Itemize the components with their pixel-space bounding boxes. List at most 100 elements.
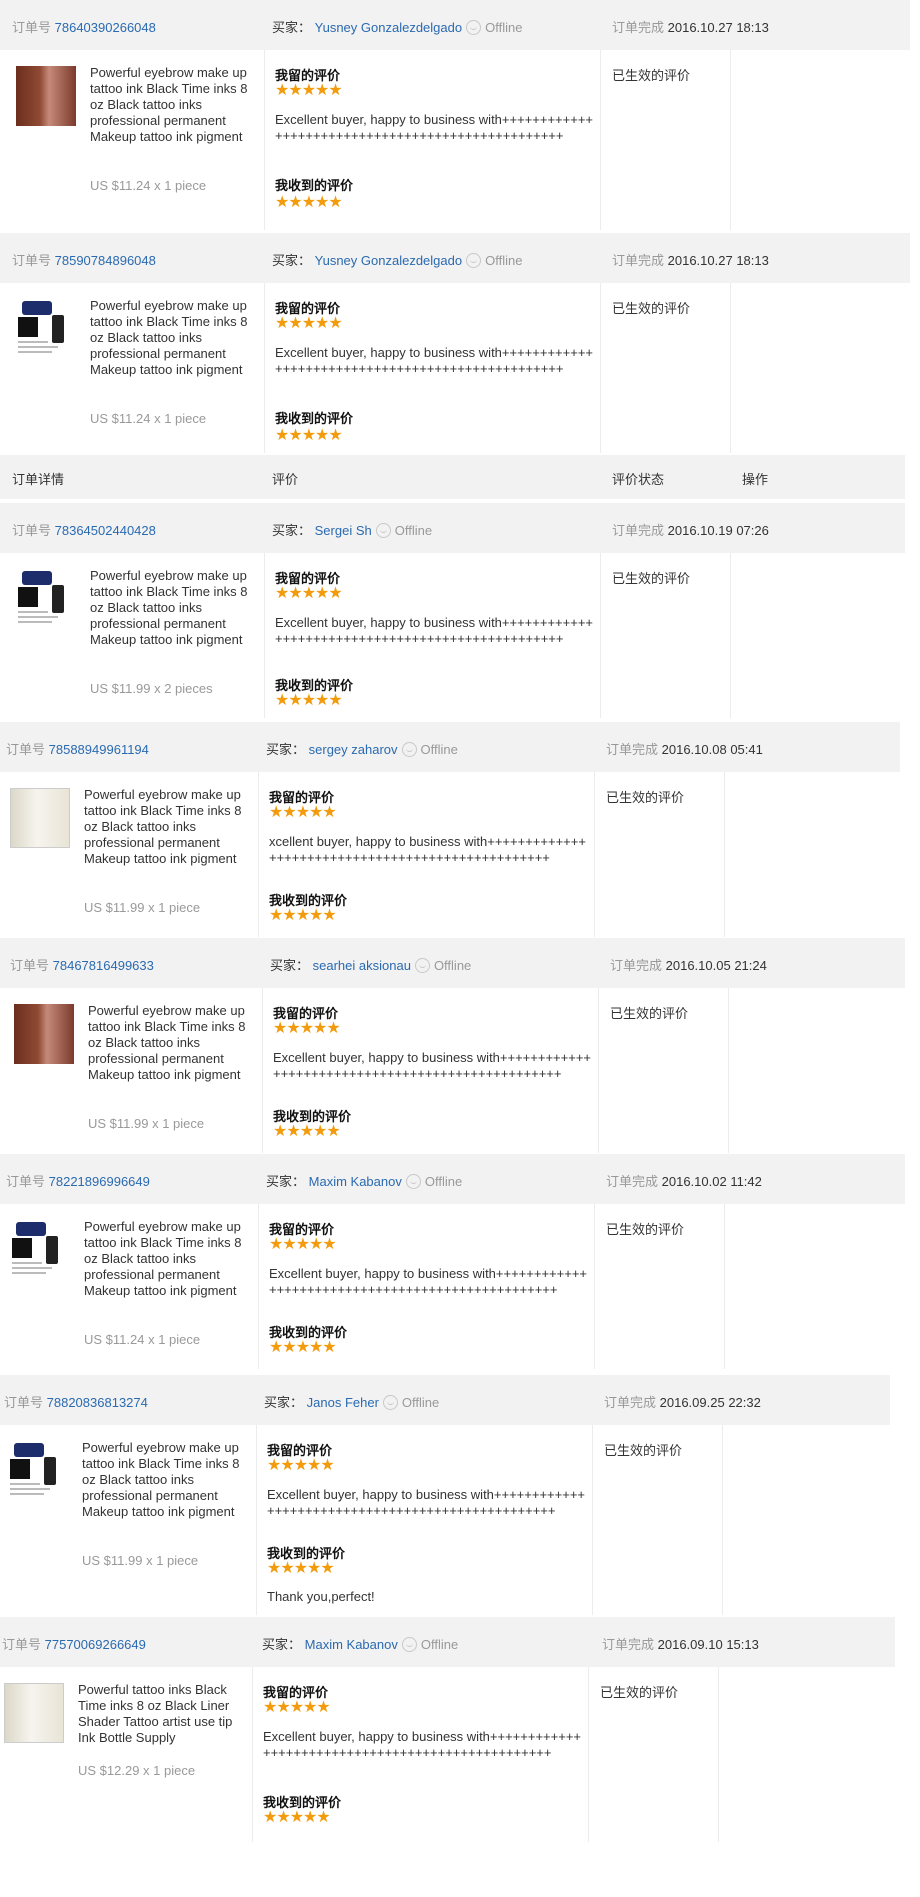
table-header: 订单详情 评价 评价状态 操作	[0, 455, 905, 499]
order-body: Powerful eyebrow make up tattoo ink Blac…	[0, 1425, 896, 1615]
product-title[interactable]: Powerful eyebrow make up tattoo ink Blac…	[88, 1003, 260, 1083]
order-completed: 订单完成 2016.10.08 05:41	[606, 742, 763, 757]
review-status-cell: 已生效的评价	[594, 772, 725, 937]
product-title[interactable]: Powerful eyebrow make up tattoo ink Blac…	[90, 65, 262, 145]
my-review-comment: Excellent buyer, happy to business with+…	[275, 615, 594, 646]
order-number-label: 订单号 77570069266649	[2, 1637, 146, 1652]
chat-face-icon[interactable]	[466, 253, 482, 268]
review-status: 已生效的评价	[600, 1685, 679, 1700]
product-cell: Powerful tattoo inks Black Time inks 8 o…	[0, 1667, 252, 1842]
online-status: Offline	[401, 1395, 440, 1410]
buyer-name-link[interactable]: Yusney Gonzalezdelgado	[315, 20, 462, 35]
buyer-name-link[interactable]: Janos Feher	[307, 1395, 379, 1410]
product-title[interactable]: Powerful eyebrow make up tattoo ink Blac…	[84, 787, 256, 867]
buyer-name-link[interactable]: sergey zaharov	[309, 742, 398, 757]
product-thumbnail[interactable]	[16, 299, 76, 359]
product-thumbnail[interactable]	[16, 66, 76, 126]
chat-face-icon[interactable]	[401, 742, 417, 757]
order-date: 2016.10.27 18:13	[667, 20, 769, 35]
review-status: 已生效的评价	[612, 301, 691, 316]
chat-face-icon[interactable]	[466, 20, 482, 35]
order-date: 2016.10.19 07:26	[667, 523, 769, 538]
review-status: 已生效的评价	[604, 1443, 683, 1458]
received-review-label: 我收到的评价	[275, 178, 354, 193]
product-title[interactable]: Powerful eyebrow make up tattoo ink Blac…	[82, 1440, 254, 1520]
received-review-stars: ★★★★★	[263, 1809, 331, 1826]
chat-face-icon[interactable]	[401, 1637, 417, 1652]
online-status: Offline	[433, 958, 472, 973]
order-number-link[interactable]: 78588949961194	[49, 742, 149, 757]
online-status: Offline	[420, 742, 458, 757]
received-review-stars: ★★★★★	[273, 1123, 341, 1140]
order-number-link[interactable]: 78364502440428	[55, 523, 156, 538]
product-price: US $12.29 x 1 piece	[78, 1763, 196, 1778]
product-thumbnail[interactable]	[4, 1683, 64, 1743]
order-body: Powerful eyebrow make up tattoo ink Blac…	[2, 988, 902, 1153]
review-cell: 我留的评价 ★★★★★ Excellent buyer, happy to bu…	[256, 1425, 593, 1615]
order-completed: 订单完成 2016.10.27 18:13	[612, 253, 769, 268]
online-status: Offline	[485, 253, 523, 268]
buyer-info: 买家： sergey zaharov Offline	[266, 742, 458, 757]
order-date: 2016.10.08 05:41	[661, 742, 763, 757]
product-cell: Powerful eyebrow make up tattoo ink Blac…	[4, 283, 264, 453]
my-review-stars: ★★★★★	[275, 82, 343, 99]
order-number-link[interactable]: 78221896996649	[49, 1174, 150, 1189]
review-status-cell: 已生效的评价	[598, 988, 729, 1153]
review-cell: 我留的评价 ★★★★★ xcellent buyer, happy to bus…	[258, 772, 595, 937]
order-header: 订单号 78588949961194 买家： sergey zaharov Off…	[0, 722, 900, 772]
order-number-link[interactable]: 78640390266048	[55, 20, 156, 35]
order-body: Powerful tattoo inks Black Time inks 8 o…	[0, 1667, 892, 1842]
my-review-comment: Excellent buyer, happy to business with+…	[275, 345, 594, 376]
buyer-info: 买家： Yusney Gonzalezdelgado Offline	[272, 253, 523, 268]
order-number-label: 订单号 78820836813274	[4, 1395, 148, 1410]
buyer-name-link[interactable]: searhei aksionau	[313, 958, 411, 973]
product-cell: Powerful eyebrow make up tattoo ink Blac…	[2, 988, 262, 1153]
my-review-comment: xcellent buyer, happy to business with++…	[269, 834, 586, 865]
product-title[interactable]: Powerful eyebrow make up tattoo ink Blac…	[90, 298, 262, 378]
buyer-name-link[interactable]: Maxim Kabanov	[309, 1174, 402, 1189]
order-block: 订单号 77570069266649 买家： Maxim Kabanov Offl…	[0, 1617, 920, 1857]
order-number-link[interactable]: 77570069266649	[45, 1637, 146, 1652]
product-title[interactable]: Powerful eyebrow make up tattoo ink Blac…	[90, 568, 262, 648]
product-thumbnail[interactable]	[10, 1220, 70, 1280]
product-thumbnail[interactable]	[8, 1441, 68, 1501]
order-number-link[interactable]: 78467816499633	[53, 958, 154, 973]
my-review-stars: ★★★★★	[275, 585, 343, 602]
product-price: US $11.99 x 1 piece	[82, 1553, 199, 1568]
product-price: US $11.24 x 1 piece	[90, 411, 207, 426]
buyer-info: 买家： Maxim Kabanov Offline	[266, 1174, 463, 1189]
product-price: US $11.24 x 1 piece	[90, 178, 207, 193]
my-review-comment: Excellent buyer, happy to business with+…	[267, 1487, 586, 1518]
order-date: 2016.10.02 11:42	[661, 1174, 762, 1189]
product-thumbnail[interactable]	[10, 788, 70, 848]
product-thumbnail[interactable]	[16, 569, 76, 629]
order-number-link[interactable]: 78590784896048	[55, 253, 156, 268]
order-block: 订单号 78590784896048 买家： Yusney Gonzalezde…	[0, 233, 920, 453]
review-cell: 我留的评价 ★★★★★ Excellent buyer, happy to bu…	[264, 50, 601, 230]
order-header: 订单号 78820836813274 买家： Janos Feher Offlin…	[0, 1375, 890, 1425]
product-title[interactable]: Powerful tattoo inks Black Time inks 8 o…	[78, 1682, 250, 1746]
product-title[interactable]: Powerful eyebrow make up tattoo ink Blac…	[84, 1219, 256, 1299]
buyer-name-link[interactable]: Yusney Gonzalezdelgado	[315, 253, 462, 268]
product-cell: Powerful eyebrow make up tattoo ink Blac…	[0, 1425, 256, 1615]
my-review-stars: ★★★★★	[263, 1699, 331, 1716]
product-thumbnail[interactable]	[14, 1004, 74, 1064]
order-date: 2016.10.05 21:24	[665, 958, 767, 973]
order-number-link[interactable]: 78820836813274	[47, 1395, 148, 1410]
chat-face-icon[interactable]	[375, 523, 391, 538]
order-block: 订单号 78588949961194 买家： sergey zaharov Off…	[0, 722, 920, 937]
buyer-info: 买家： searhei aksionau Offline	[270, 958, 472, 973]
chat-face-icon[interactable]	[405, 1174, 421, 1189]
buyer-name-link[interactable]: Maxim Kabanov	[305, 1637, 398, 1652]
order-block: 订单号 78640390266048 买家： Yusney Gonzalezde…	[0, 0, 920, 230]
buyer-name-link[interactable]: Sergei Sh	[315, 523, 372, 538]
review-status-cell: 已生效的评价	[588, 1667, 719, 1842]
chat-face-icon[interactable]	[414, 958, 430, 973]
received-review-stars: ★★★★★	[267, 1560, 335, 1577]
product-cell: Powerful eyebrow make up tattoo ink Blac…	[4, 553, 264, 718]
chat-face-icon[interactable]	[382, 1395, 398, 1410]
col-actions: 操作	[742, 472, 769, 487]
my-review-comment: Excellent buyer, happy to business with+…	[269, 1266, 588, 1297]
my-review-comment: Excellent buyer, happy to business with+…	[275, 112, 594, 143]
my-review-stars: ★★★★★	[275, 315, 343, 332]
